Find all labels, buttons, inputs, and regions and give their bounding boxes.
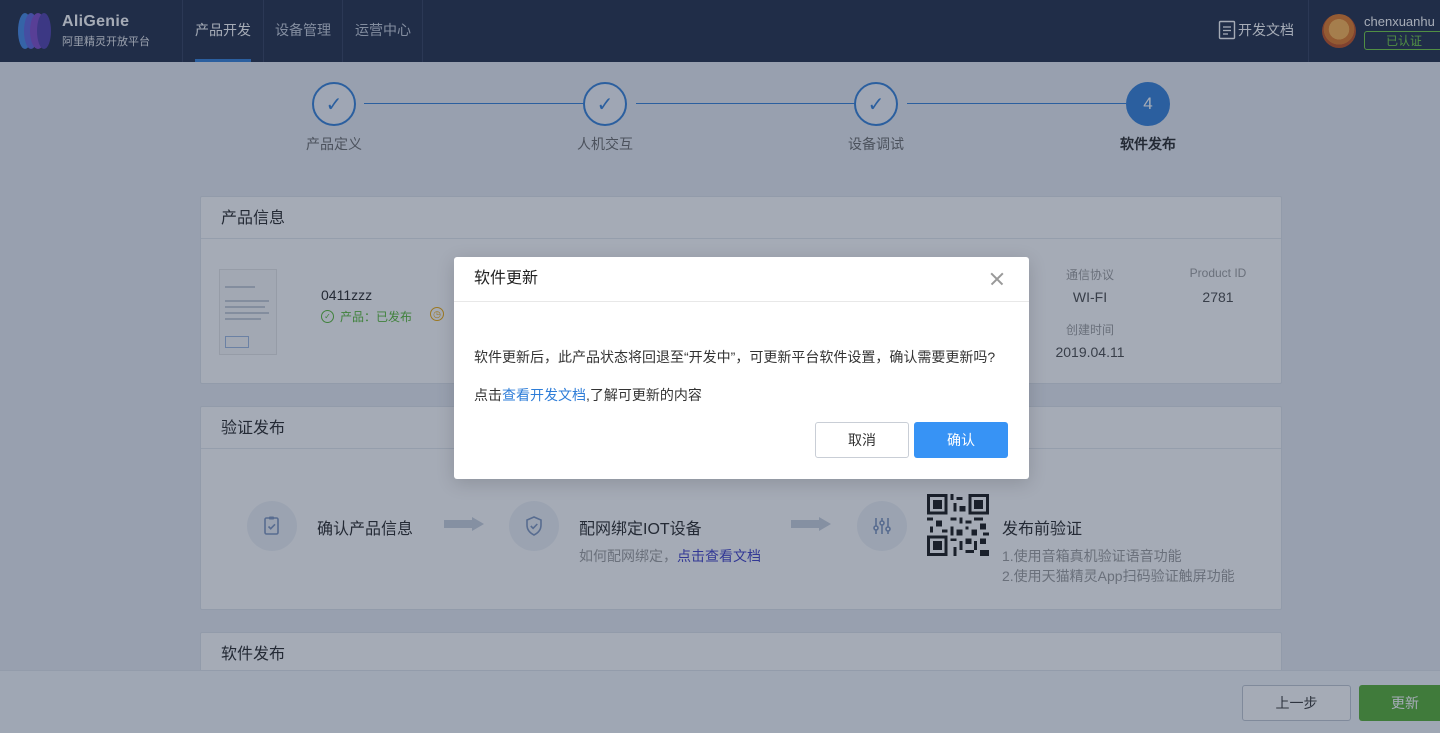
- hint-suffix: ,了解可更新的内容: [586, 387, 702, 403]
- dialog-hint: 点击查看开发文档,了解可更新的内容: [474, 385, 702, 405]
- dialog-message: 软件更新后，此产品状态将回退至“开发中”，可更新平台软件设置，确认需要更新吗?: [474, 349, 996, 365]
- cancel-button[interactable]: 取消: [815, 422, 909, 458]
- software-update-dialog: 软件更新 软件更新后，此产品状态将回退至“开发中”，可更新平台软件设置，确认需要…: [454, 257, 1029, 479]
- hint-prefix: 点击: [474, 387, 502, 403]
- close-icon[interactable]: [987, 269, 1007, 289]
- dialog-title: 软件更新: [454, 257, 1029, 302]
- confirm-button[interactable]: 确认: [914, 422, 1008, 458]
- view-dev-docs-link[interactable]: 查看开发文档: [502, 387, 586, 403]
